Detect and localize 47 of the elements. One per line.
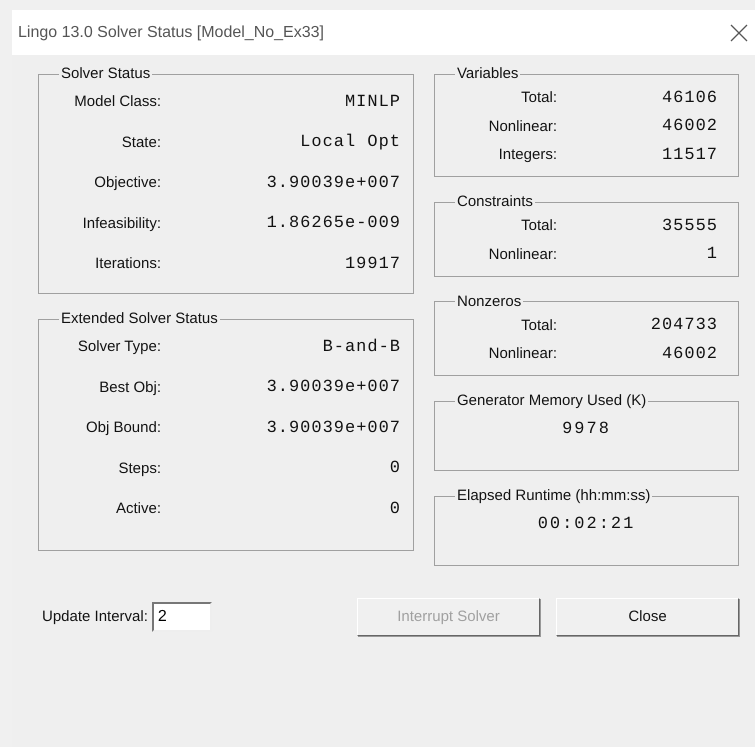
group-title: Constraints [456,192,534,212]
close-button[interactable]: Close [556,598,739,636]
field-label: Obj Bound: [84,418,161,438]
field-value: 46002 [660,344,719,366]
field-value: 3.90039e+007 [266,418,401,440]
field-label: Iterations: [94,254,161,274]
group-title: Variables [456,64,520,84]
field-label: Active: [114,499,161,519]
window-title: Lingo 13.0 Solver Status [Model_No_Ex33] [18,22,324,42]
field-value: B-and-B [322,336,401,358]
group-title: Nonzeros [456,292,522,312]
field-value: 46002 [660,116,719,138]
field-value: 3.90039e+007 [266,377,401,399]
field-label: Total: [520,216,557,236]
field-label: Steps: [117,458,161,478]
input-field[interactable]: 2 [152,602,212,632]
field-label: Total: [520,316,557,336]
field-label: Solver Type: [76,337,161,357]
field-value: 0 [388,458,401,480]
field-label: Update Interval: [42,606,148,627]
field-label: Integers: [498,145,557,165]
field-value: 00:02:21 [538,514,636,536]
field-label: State: [120,132,161,152]
field-value: 1 [706,244,719,266]
group-title: Elapsed Runtime (hh:mm:ss) [456,486,652,506]
field-value: 1.86265e-009 [266,213,401,235]
field-label: Nonlinear: [488,344,557,364]
field-value: 204733 [650,315,719,337]
group-title: Solver Status [60,64,152,84]
field-label: Nonlinear: [488,244,557,264]
field-label: Infeasibility: [82,214,161,234]
field-value: Local Opt [299,132,401,154]
field-label: Model Class: [73,92,161,112]
group-title: Generator Memory Used (K) [456,391,648,411]
field-value: 11517 [660,144,719,166]
field-label: Objective: [93,173,161,193]
field-value: 3.90039e+007 [266,172,401,194]
field-value: 19917 [344,254,401,276]
field-value: MINLP [344,92,401,114]
field-value: 9978 [562,418,611,440]
field-label: Best Obj: [98,378,161,398]
field-label: Nonlinear: [488,116,557,136]
field-value: 0 [388,498,401,520]
group-title: Extended Solver Status [60,309,219,329]
field-value: 46106 [660,88,719,110]
field-value: 35555 [660,216,719,238]
field-label: Total: [520,88,557,108]
